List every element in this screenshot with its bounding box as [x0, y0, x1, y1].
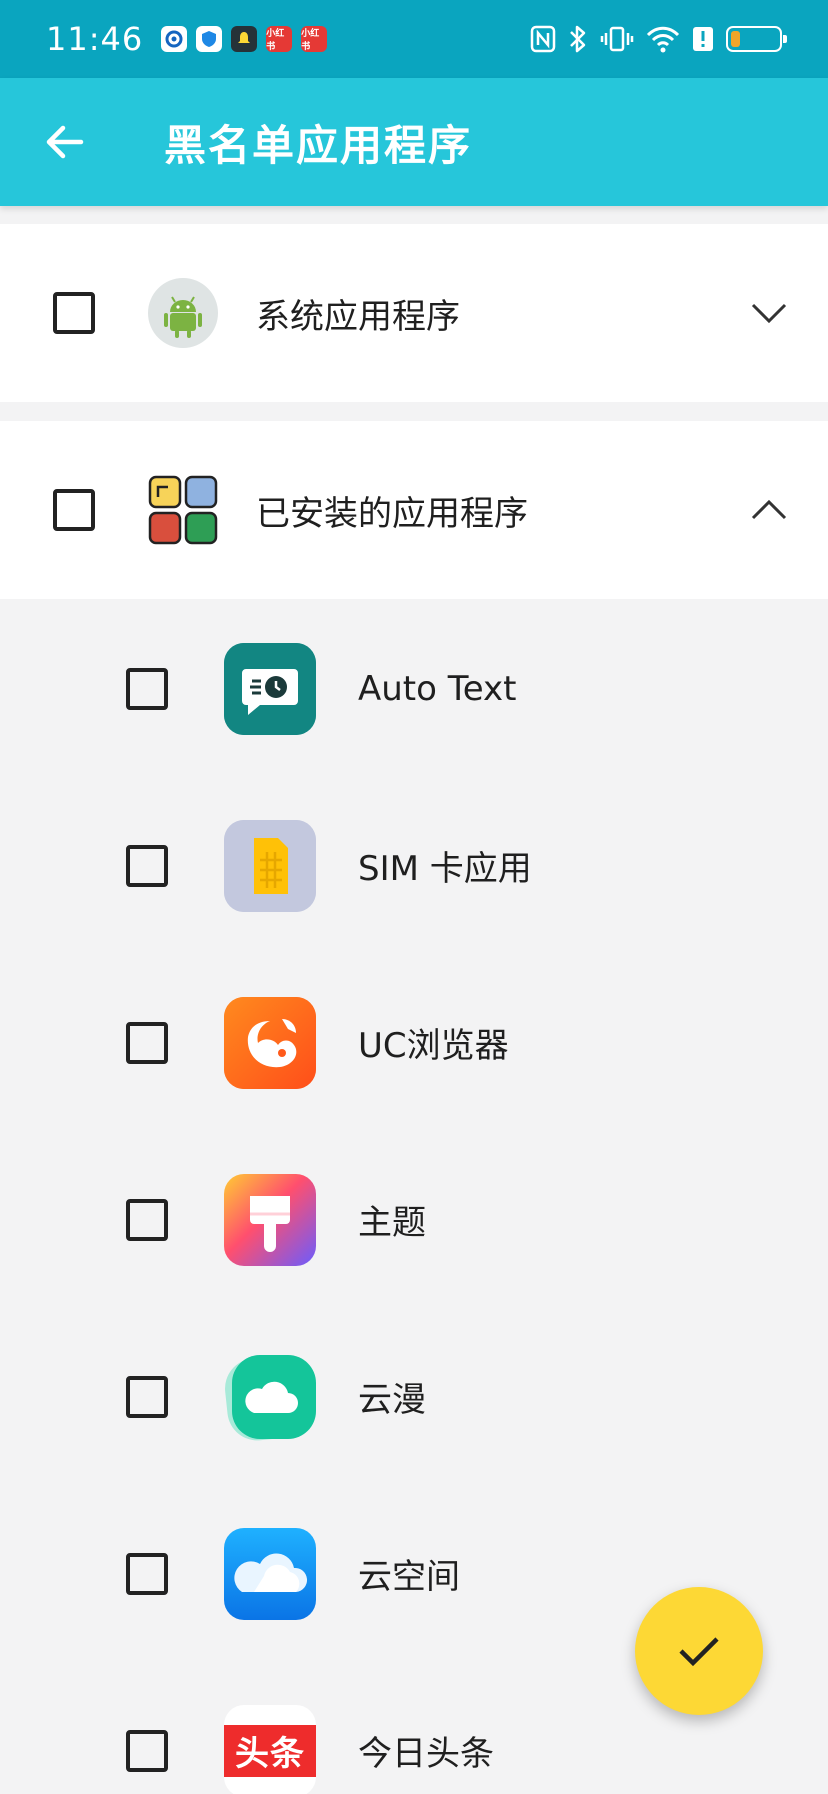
app-label: UC浏览器	[358, 1026, 509, 1066]
page-title: 黑名单应用程序	[164, 120, 473, 170]
section-installed-apps[interactable]: 已安装的应用程序	[0, 421, 828, 599]
system-apps-checkbox[interactable]	[53, 292, 95, 334]
confirm-fab[interactable]	[635, 1587, 763, 1715]
bluetooth-icon	[570, 25, 586, 53]
toutiao-icon: 头条	[224, 1704, 316, 1794]
status-time: 11:46	[46, 20, 144, 58]
apps-grid-icon	[148, 475, 218, 545]
chevron-up-icon[interactable]	[748, 489, 790, 531]
installed-apps-checkbox[interactable]	[53, 489, 95, 531]
app-row-auto-text[interactable]: Auto Text	[0, 600, 828, 777]
vibrate-icon	[600, 26, 634, 52]
section-system-apps[interactable]: 系统应用程序	[0, 224, 828, 402]
app-row-sim[interactable]: SIM 卡应用	[0, 777, 828, 954]
cloud-comic-icon	[224, 1351, 316, 1443]
app-checkbox[interactable]	[126, 1552, 168, 1595]
circle-app-icon	[161, 26, 188, 52]
app-row-cloud-comic[interactable]: 云漫	[0, 1308, 828, 1485]
theme-brush-icon	[224, 1173, 316, 1266]
battery-icon	[726, 26, 787, 52]
app-row-theme[interactable]: 主题	[0, 1131, 828, 1308]
notification-icons: 小红书 小红书	[161, 26, 328, 52]
app-checkbox[interactable]	[126, 1729, 168, 1772]
app-checkbox[interactable]	[126, 844, 168, 887]
chevron-down-icon[interactable]	[748, 292, 790, 334]
cloud-storage-icon	[224, 1527, 316, 1620]
sim-card-icon	[224, 819, 316, 912]
app-label: 主题	[358, 1203, 426, 1243]
android-icon	[148, 278, 218, 348]
app-checkbox[interactable]	[126, 1375, 168, 1418]
section-label: 已安装的应用程序	[256, 493, 528, 534]
app-row-uc-browser[interactable]: UC浏览器	[0, 954, 828, 1131]
uc-browser-icon	[224, 996, 316, 1089]
check-icon	[679, 1637, 719, 1667]
alert-icon	[693, 27, 713, 51]
bell-app-icon	[231, 26, 258, 52]
app-label: 云空间	[358, 1557, 460, 1597]
status-bar: 11:46 小红书 小红书	[0, 0, 828, 78]
app-label: Auto Text	[358, 668, 517, 709]
app-checkbox[interactable]	[126, 1021, 168, 1064]
app-checkbox[interactable]	[126, 667, 168, 710]
app-label: SIM 卡应用	[358, 849, 532, 889]
section-label: 系统应用程序	[256, 296, 460, 337]
back-button[interactable]	[30, 107, 100, 177]
xiaohongshu-icon: 小红书	[301, 26, 328, 52]
app-label: 云漫	[358, 1380, 426, 1420]
app-bar: 黑名单应用程序	[0, 78, 828, 206]
shield-icon	[196, 26, 223, 52]
app-checkbox[interactable]	[126, 1198, 168, 1241]
nfc-icon	[530, 25, 556, 53]
system-icons	[530, 24, 787, 54]
toutiao-icon-text: 头条	[235, 1734, 305, 1774]
app-label: 今日头条	[358, 1734, 494, 1774]
arrow-left-icon	[46, 125, 84, 159]
wifi-icon	[646, 26, 680, 53]
xiaohongshu-icon: 小红书	[266, 26, 293, 52]
auto-text-icon	[224, 642, 316, 735]
